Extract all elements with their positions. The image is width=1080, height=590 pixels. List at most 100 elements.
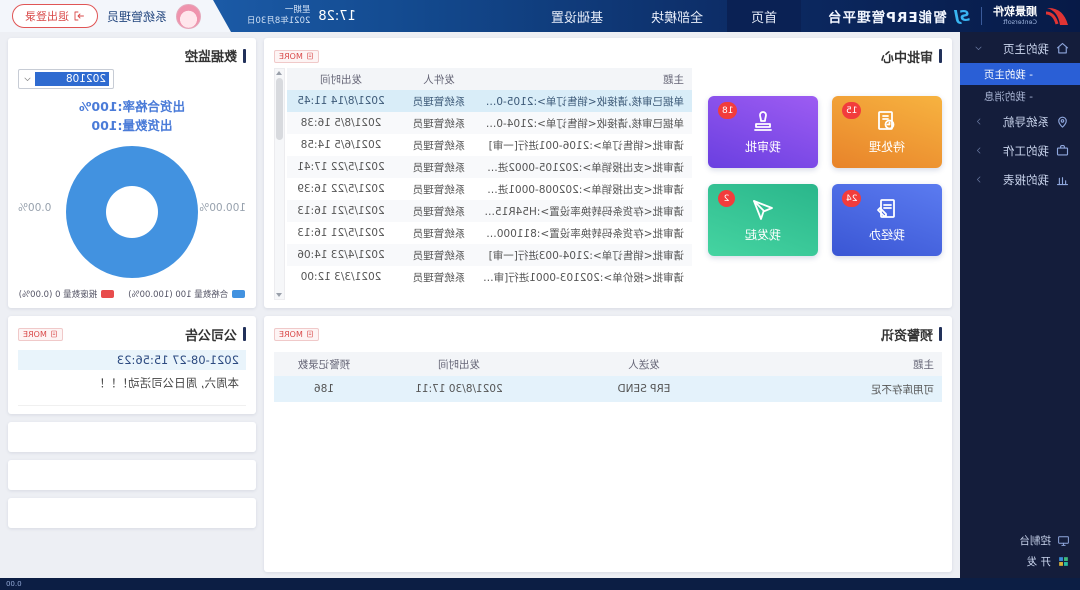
logout-icon xyxy=(73,10,85,22)
company-name: 顺景软件 xyxy=(993,6,1037,17)
sidebar-item-icon xyxy=(1039,89,1054,104)
approval-card[interactable]: 2 我发起 xyxy=(708,184,818,256)
nav-tab[interactable]: 基础设置 xyxy=(527,0,627,32)
notice-empty-card xyxy=(8,460,256,490)
more-doc-icon xyxy=(306,52,314,60)
approval-table-row[interactable]: 请审批<存货条码转换率设置>:H54R15006002进行[审核] 系统管理员 … xyxy=(287,200,692,222)
donut-label-right: 0.00% xyxy=(18,202,51,214)
company-name-en: Centersoft xyxy=(993,19,1037,26)
sidebar-bottom-item[interactable]: 控制台 xyxy=(960,530,1080,551)
logout-button[interactable]: 退出登录 xyxy=(12,4,98,28)
table-scrollbar[interactable] xyxy=(274,68,285,300)
approval-more-button[interactable]: MORE xyxy=(274,50,319,63)
user-area: 系统管理员 退出登录 xyxy=(0,0,231,32)
card-icon xyxy=(751,197,775,221)
approval-card[interactable]: 15 待处理 xyxy=(832,96,942,168)
sidebar-item-icon xyxy=(1055,143,1070,158)
title-bar-accent xyxy=(939,327,942,341)
chevron-icon xyxy=(974,146,983,155)
chevron-down-icon xyxy=(23,75,32,84)
monitor-metrics: 出货合格率:100% 出货数量:100 xyxy=(18,97,246,136)
product-logo: SJ xyxy=(954,7,970,25)
donut-chart: 100.00% 0.00% xyxy=(18,140,246,284)
legend-item: 合格数量 100 (100.00%) xyxy=(128,288,245,300)
approval-card[interactable]: 18 我审批 xyxy=(708,96,818,168)
data-monitor-panel: 数据监控 202108 出货合格率:100% 出货数量:100 100.00% … xyxy=(8,38,256,308)
top-bar: 顺景软件 Centersoft SJ 智能ERP管理平台 首页全部模块基础设置 … xyxy=(0,0,1080,32)
approval-table-row[interactable]: 单据已审核,请接收<销售订单>:2105-001 系统管理员 2021/8/14… xyxy=(287,90,692,112)
erp-dashboard-mirrored: 顺景软件 Centersoft SJ 智能ERP管理平台 首页全部模块基础设置 … xyxy=(0,0,1080,590)
legend-swatch xyxy=(101,290,114,298)
sidebar-item[interactable]: 系统导航 xyxy=(960,107,1080,136)
sidebar: 我的主页 - 我的主页 - 我的消息 系统导航 xyxy=(960,32,1080,578)
card-icon xyxy=(875,109,899,133)
weekday: 星期一 xyxy=(247,5,310,16)
approval-table-row[interactable]: 请审批<销售订单>:2106-001进行[一审] 系统管理员 2021/6/5 … xyxy=(287,134,692,156)
pass-rate-text: 出货合格率:100% xyxy=(18,97,246,116)
sidebar-bottom-item[interactable]: 开 发 xyxy=(960,551,1080,572)
monitor-panel-title: 数据监控 xyxy=(185,46,237,65)
month-select[interactable]: 202108 xyxy=(18,69,114,89)
scroll-up-arrow[interactable] xyxy=(277,71,283,75)
notice-empty-card xyxy=(8,498,256,528)
sidebar-item-icon xyxy=(1039,67,1054,82)
count-badge: 15 xyxy=(842,102,861,119)
alerts-table-header: 主题 发送人 发出时间 预警记录数 xyxy=(274,352,942,376)
alerts-panel-title: 预警资讯 xyxy=(881,325,933,344)
brand: 顺景软件 Centersoft SJ 智能ERP管理平台 xyxy=(827,0,1080,32)
title-bar-accent xyxy=(243,49,246,63)
notice-item-text[interactable]: 本周六, 周日公司活动！！！ xyxy=(18,370,246,406)
approval-card[interactable]: 24 我经办 xyxy=(832,184,942,256)
approval-table-row[interactable]: 单据已审核,请接收<销售订单>:2104-002 系统管理员 2021/8/5 … xyxy=(287,112,692,134)
approval-table-row[interactable]: 请审批<支出报销单>:202008-0001进行[审核] 系统管理员 2021/… xyxy=(287,178,692,200)
chevron-icon xyxy=(974,117,983,126)
alerts-table-row[interactable]: 可用库存不足 ERP SEND 2021/8/30 17:11 186 xyxy=(274,376,942,402)
notice-panel-title: 公司公告 xyxy=(185,325,237,344)
alerts-panel: 预警资讯 MORE 主题 发送人 发出时间 预警记录数 xyxy=(264,316,952,572)
sidebar-item[interactable]: - 我的消息 xyxy=(960,85,1080,107)
more-doc-icon xyxy=(306,330,314,338)
sidebar-item-icon xyxy=(1055,172,1070,187)
count-badge: 2 xyxy=(718,190,735,207)
nav-tab[interactable]: 首页 xyxy=(727,0,801,32)
approval-center-panel: 审批中心 MORE 15 待处理 xyxy=(264,38,952,308)
donut-label-left: 100.00% xyxy=(199,202,246,214)
donut-ring xyxy=(66,146,198,278)
month-select-value: 202108 xyxy=(35,72,109,86)
approval-table-row[interactable]: 请审批<销售订单>:2104-003进行[一审] 系统管理员 2021/4/23… xyxy=(287,244,692,266)
nav-tab[interactable]: 全部模块 xyxy=(627,0,727,32)
title-bar-accent xyxy=(939,49,942,63)
notice-column: 公司公告 MORE 2021-08-27 15:56:23 本周六, 周日公司活… xyxy=(8,316,256,572)
notice-item-time[interactable]: 2021-08-27 15:56:23 xyxy=(18,350,246,370)
divider xyxy=(981,7,982,25)
legend-swatch xyxy=(232,290,245,298)
time: 17:28 xyxy=(318,9,355,24)
sidebar-item[interactable]: 我的主页 xyxy=(960,34,1080,63)
main-content: 审批中心 MORE 15 待处理 xyxy=(0,32,960,578)
more-doc-icon xyxy=(50,330,58,338)
sidebar-item[interactable]: 我的报表 xyxy=(960,165,1080,194)
notice-panel: 公司公告 MORE 2021-08-27 15:56:23 本周六, 周日公司活… xyxy=(8,316,256,414)
scroll-down-arrow[interactable] xyxy=(277,293,283,297)
footer-text: 0.00 xyxy=(6,580,22,588)
legend-item: 报废数量 0 (0.00%) xyxy=(19,288,114,300)
top-nav: 首页全部模块基础设置 xyxy=(527,0,801,32)
clock: 17:28 星期一 2021年8月30日 xyxy=(231,0,356,32)
date: 2021年8月30日 xyxy=(247,16,310,27)
title-bar-accent xyxy=(243,327,246,341)
chevron-icon xyxy=(974,175,983,184)
notice-more-button[interactable]: MORE xyxy=(18,328,63,341)
sidebar-item[interactable]: 我的工作 xyxy=(960,136,1080,165)
username: 系统管理员 xyxy=(107,8,167,25)
approval-table-row[interactable]: 请审批<支出报销单>:202105-0002进行[审核] 系统管理员 2021/… xyxy=(287,156,692,178)
approval-table-row[interactable]: 请审批<存货条码转换率设置>:811000001进行[审核] 系统管理员 202… xyxy=(287,222,692,244)
avatar[interactable] xyxy=(176,4,201,29)
card-icon xyxy=(875,197,899,221)
alerts-more-button[interactable]: MORE xyxy=(274,328,319,341)
chevron-icon xyxy=(974,70,983,79)
count-badge: 24 xyxy=(842,190,861,207)
scroll-thumb[interactable] xyxy=(276,78,283,140)
sidebar-item[interactable]: - 我的主页 xyxy=(960,63,1080,85)
ship-qty-text: 出货数量:100 xyxy=(18,116,246,135)
approval-table-row[interactable]: 请审批<报价单>:202103-0001进行[审核] 系统管理员 2021/3/… xyxy=(287,266,692,288)
